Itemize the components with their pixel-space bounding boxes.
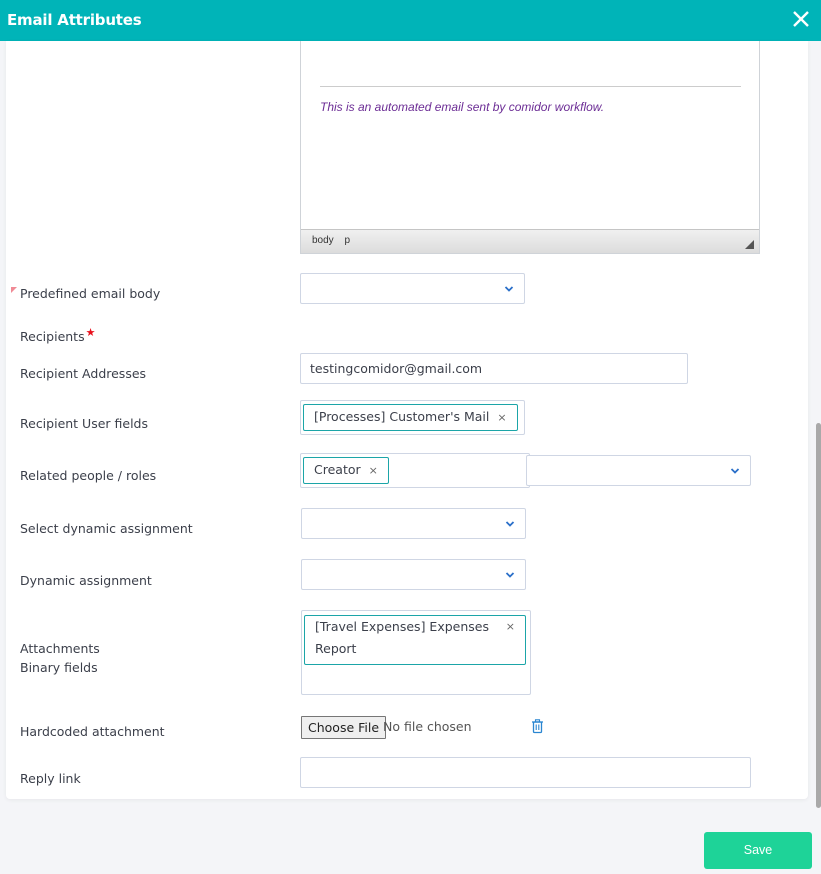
- dynamic-assignment-select[interactable]: [301, 559, 526, 590]
- select-dynamic-assignment-label: Select dynamic assignment: [20, 521, 193, 536]
- choose-file-button[interactable]: Choose File: [301, 716, 387, 739]
- recipients-label-text: Recipients: [20, 329, 85, 344]
- email-body-editor[interactable]: This is an automated email sent by comid…: [300, 41, 760, 254]
- binary-fields-label: Binary fields: [20, 660, 98, 675]
- binary-fields-tagbox[interactable]: [Travel Expenses] Expenses Report ×: [301, 610, 531, 695]
- tag-label: [Processes] Customer's Mail: [314, 409, 490, 424]
- resize-grip-icon[interactable]: [745, 240, 754, 249]
- editor-signature-text: This is an automated email sent by comid…: [320, 100, 605, 114]
- select-dynamic-assignment-select[interactable]: [301, 508, 526, 539]
- recipient-user-fields-label: Recipient User fields: [20, 416, 149, 431]
- required-flag-icon: [11, 287, 17, 293]
- recipients-label: Recipients★: [20, 326, 96, 344]
- chevron-down-icon: [505, 521, 515, 527]
- predefined-email-body-select[interactable]: [300, 273, 525, 304]
- hardcoded-attachment-label: Hardcoded attachment: [20, 724, 165, 739]
- attachments-label: Attachments: [20, 641, 100, 656]
- editor-divider: [320, 86, 741, 87]
- dynamic-assignment-label: Dynamic assignment: [20, 573, 152, 588]
- tag-label: Creator: [314, 462, 361, 477]
- reply-link-label: Reply link: [20, 771, 81, 786]
- editor-statusbar: body p: [301, 229, 759, 253]
- chevron-down-icon: [505, 572, 515, 578]
- tag-remove-icon[interactable]: ×: [369, 464, 378, 477]
- tag-label-line2: Report: [315, 641, 357, 656]
- tag-remove-icon[interactable]: ×: [506, 616, 515, 638]
- tag-remove-icon[interactable]: ×: [497, 411, 506, 424]
- recipient-addresses-label: Recipient Addresses: [20, 366, 147, 381]
- scrollbar-thumb[interactable]: [816, 423, 821, 808]
- dialog-header: Email Attributes: [0, 0, 821, 41]
- predefined-email-body-label: Predefined email body: [20, 286, 161, 301]
- recipient-addresses-input[interactable]: testingcomidor@gmail.com: [300, 353, 688, 384]
- related-people-roles-label: Related people / roles: [20, 468, 157, 483]
- path-item-body[interactable]: body: [312, 235, 334, 246]
- file-status-text: No file chosen: [383, 719, 472, 734]
- chevron-down-icon: [730, 468, 740, 474]
- related-people-roles-select[interactable]: [526, 455, 751, 486]
- chevron-down-icon: [504, 286, 514, 292]
- reply-link-input[interactable]: [300, 757, 751, 788]
- tag-label-line1: [Travel Expenses] Expenses: [315, 619, 489, 634]
- close-icon[interactable]: [791, 8, 811, 30]
- tag-creator: Creator ×: [303, 457, 389, 484]
- save-button[interactable]: Save: [704, 832, 812, 869]
- tag-customers-mail: [Processes] Customer's Mail ×: [303, 404, 518, 431]
- tag-expenses-report: [Travel Expenses] Expenses Report ×: [304, 615, 526, 665]
- dialog-title: Email Attributes: [7, 11, 142, 29]
- path-item-p[interactable]: p: [344, 235, 350, 246]
- recipient-user-fields-tagbox[interactable]: [Processes] Customer's Mail ×: [300, 400, 525, 435]
- required-star-icon: ★: [85, 326, 96, 339]
- trash-icon[interactable]: [531, 719, 544, 734]
- editor-element-path: body p: [312, 235, 358, 246]
- related-people-roles-tagbox[interactable]: Creator ×: [300, 453, 530, 488]
